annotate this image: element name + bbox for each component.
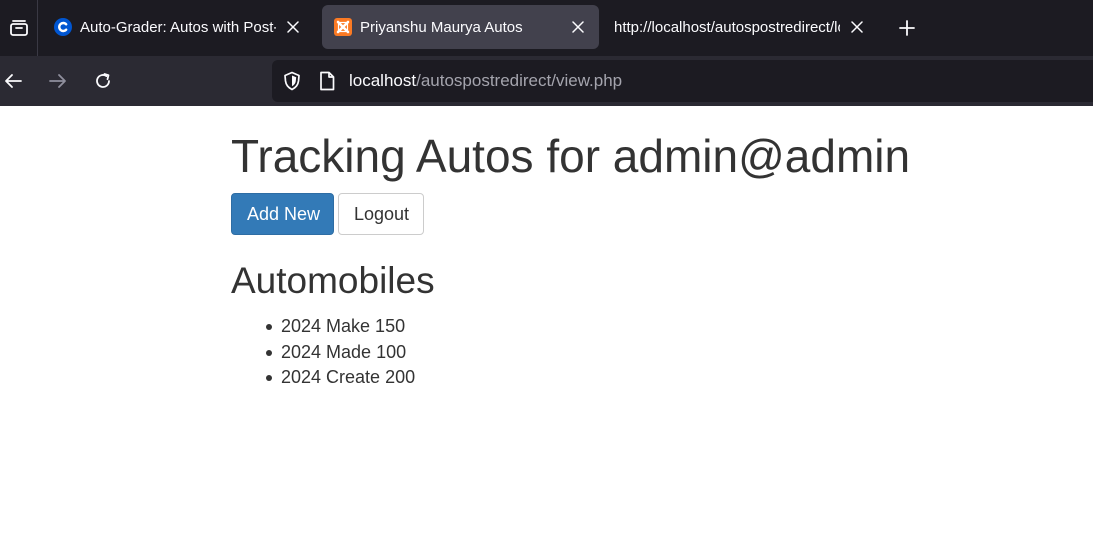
forward-button[interactable]	[42, 65, 74, 97]
tab-overview-icon	[9, 20, 28, 36]
tab-autograder[interactable]: Auto-Grader: Autos with Post-Redirect	[42, 5, 314, 49]
list-item: 2024 Create 200	[231, 365, 415, 391]
tab-title: http://localhost/autospostredirect/login…	[614, 18, 840, 36]
address-bar[interactable]: localhost/autospostredirect/view.php	[272, 60, 1093, 102]
tab-overview-button[interactable]	[0, 0, 38, 56]
back-button[interactable]	[0, 65, 29, 97]
auto-entry: 2024 Made 100	[281, 341, 407, 362]
logout-button[interactable]: Logout	[338, 193, 424, 235]
tab-title: Auto-Grader: Autos with Post-Redirect	[80, 18, 276, 36]
auto-entry: 2024 Make 150	[281, 316, 406, 336]
close-icon	[287, 21, 299, 33]
arrow-left-icon	[5, 74, 22, 88]
reload-icon	[96, 73, 110, 88]
reload-button[interactable]	[87, 65, 119, 97]
shield-icon[interactable]	[282, 71, 302, 91]
browser-tabstrip: Auto-Grader: Autos with Post-Redirect Pr…	[0, 0, 1093, 56]
tab-priyanshu-autos[interactable]: Priyanshu Maurya Autos	[322, 5, 599, 49]
list-item: 2024 Make 150	[231, 314, 415, 340]
list-item: 2024 Made 100	[231, 340, 415, 366]
url-host: localhost	[349, 71, 417, 90]
page-info-icon[interactable]	[318, 71, 336, 91]
close-icon	[851, 21, 863, 33]
browser-toolbar: localhost/autospostredirect/view.php	[0, 56, 1093, 106]
page-title: Tracking Autos for admin@admin	[231, 130, 911, 182]
auto-entry: 2024 Create 200	[281, 367, 416, 387]
close-tab-button[interactable]	[282, 16, 304, 38]
arrow-right-icon	[49, 74, 66, 88]
bullet-icon	[266, 349, 272, 356]
close-icon	[572, 21, 584, 33]
tab-title: Priyanshu Maurya Autos	[360, 18, 523, 36]
close-tab-button[interactable]	[846, 16, 868, 38]
url-text: localhost/autospostredirect/view.php	[349, 60, 622, 102]
xampp-icon	[334, 18, 352, 36]
bullet-icon	[266, 324, 272, 330]
section-title: Automobiles	[231, 260, 435, 301]
close-tab-button[interactable]	[567, 16, 589, 38]
coursera-c-icon	[54, 18, 72, 36]
plus-icon	[899, 20, 915, 36]
url-path: /autospostredirect/view.php	[416, 71, 623, 90]
add-new-button[interactable]: Add New	[231, 193, 334, 235]
bullet-icon	[266, 375, 272, 381]
tab-login-url[interactable]: http://localhost/autospostredirect/login…	[602, 5, 878, 49]
new-tab-button[interactable]	[893, 14, 921, 42]
automobile-list: 2024 Make 150 2024 Made 100 2024 Create …	[231, 314, 415, 391]
